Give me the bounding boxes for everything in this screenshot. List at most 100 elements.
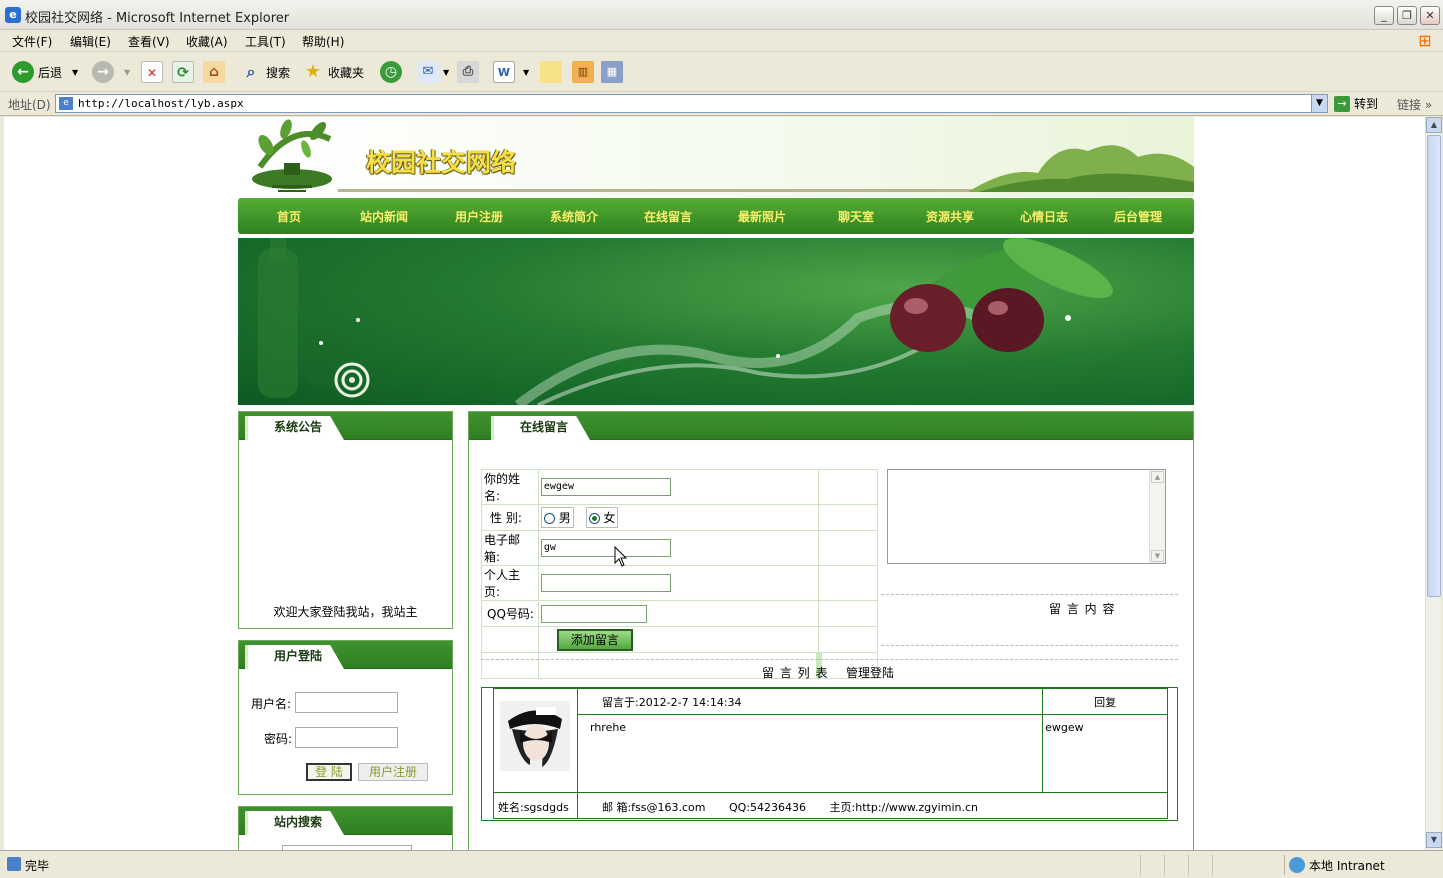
close-button[interactable]: ✕ <box>1420 6 1440 25</box>
status-text: 完毕 <box>25 859 50 873</box>
page-icon: e <box>59 97 73 110</box>
search-button[interactable]: ⌕ 搜索 <box>240 60 291 84</box>
scroll-up-icon[interactable]: ▲ <box>1426 117 1442 133</box>
site-logo <box>252 119 332 192</box>
menu-file[interactable]: 文件(F) <box>12 33 52 50</box>
dropdown-arrow-icon[interactable]: ▼ <box>523 68 529 77</box>
message-content: rhrehe <box>576 714 1044 793</box>
search-title: 站内搜索 <box>245 811 345 835</box>
scroll-down-icon[interactable]: ▼ <box>1151 550 1164 562</box>
homepage-input[interactable] <box>540 574 671 592</box>
maximize-button[interactable]: ❐ <box>1397 6 1417 25</box>
window-title: 校园社交网络 - Microsoft Internet Explorer <box>25 11 290 26</box>
address-input[interactable]: e http://localhost/lyb.aspx ▼ <box>55 94 1328 113</box>
password-label: 密码: <box>264 732 293 746</box>
announcement-panel: 系统公告 欢迎大家登陆我站，我站主 <box>238 411 453 629</box>
message-content-textarea[interactable]: ▲ ▼ <box>887 469 1166 564</box>
username-input[interactable] <box>295 692 398 713</box>
site-nav: 首页 站内新闻 用户注册 系统简介 在线留言 最新照片 聊天室 资源共享 心情日… <box>238 198 1194 234</box>
nav-admin[interactable]: 后台管理 <box>1098 208 1178 225</box>
back-button[interactable]: ← 后退 ▼ <box>12 60 78 84</box>
edit-button[interactable]: W ▼ <box>493 60 529 84</box>
mail-button[interactable]: ✉ ▼ <box>417 60 449 84</box>
textarea-scrollbar[interactable]: ▲ ▼ <box>1149 470 1165 563</box>
menu-tools[interactable]: 工具(T) <box>245 33 286 50</box>
reply-header: 回复 <box>1042 688 1168 715</box>
research-button[interactable]: ▥ <box>572 60 594 84</box>
announcement-title: 系统公告 <box>245 416 345 440</box>
email-input[interactable]: gw <box>540 539 671 557</box>
search-icon: ⌕ <box>246 62 256 81</box>
name-label: 你的姓名: <box>481 469 539 505</box>
forward-button[interactable]: → ▼ <box>92 60 130 84</box>
avatar <box>500 701 570 771</box>
email-label: 电子邮箱: <box>481 530 539 566</box>
nav-photos[interactable]: 最新照片 <box>722 208 802 225</box>
address-dropdown-icon[interactable]: ▼ <box>1311 95 1327 112</box>
toolbar: ← 后退 ▼ → ▼ ✕ ⟳ ⌂ ⌕ 搜索 ★ 收藏夹 ◷ ✉ ▼ ⎙ W ▼ ▥ … <box>0 52 1443 92</box>
qq-input[interactable] <box>540 604 647 623</box>
dropdown-arrow-icon[interactable]: ▼ <box>72 68 78 77</box>
menu-help[interactable]: 帮助(H) <box>302 33 344 50</box>
gender-female-option[interactable]: 女 <box>585 507 619 528</box>
menu-view[interactable]: 查看(V) <box>128 33 170 50</box>
discuss-button[interactable] <box>540 60 562 84</box>
radio-female[interactable] <box>588 513 600 524</box>
gender-label: 性 别: <box>481 504 539 531</box>
nav-chat[interactable]: 聊天室 <box>816 208 896 225</box>
print-button[interactable]: ⎙ <box>457 60 479 84</box>
nav-about[interactable]: 系统简介 <box>534 208 614 225</box>
message-list-label: 留 言 列 表 <box>762 666 829 680</box>
media-icon: ▦ <box>601 61 623 83</box>
stop-button[interactable]: ✕ <box>141 60 163 84</box>
print-icon: ⎙ <box>457 61 479 83</box>
author-name: 姓名:sgsdgds <box>493 792 578 819</box>
links-button[interactable]: 链接 » <box>1397 96 1432 113</box>
scroll-up-icon[interactable]: ▲ <box>1151 471 1164 483</box>
gender-male-option[interactable]: 男 <box>540 507 574 528</box>
add-message-button[interactable]: 添加留言 <box>556 628 633 651</box>
site-title: 校园社交网络 <box>366 148 517 177</box>
menu-edit[interactable]: 编辑(E) <box>70 33 111 50</box>
scroll-down-icon[interactable]: ▼ <box>1426 832 1442 848</box>
nav-diary[interactable]: 心情日志 <box>1004 208 1084 225</box>
nav-register[interactable]: 用户注册 <box>439 208 519 225</box>
hills-graphic <box>968 145 1194 192</box>
reply-content: ewgew <box>1042 714 1168 793</box>
ie-icon: e <box>5 7 21 23</box>
nav-news[interactable]: 站内新闻 <box>344 208 424 225</box>
page-scrollbar[interactable]: ▲ ▼ <box>1425 117 1442 850</box>
messenger-button[interactable]: ▦ <box>601 60 623 84</box>
minimize-button[interactable]: _ <box>1374 6 1394 25</box>
back-arrow-icon: ← <box>12 61 34 83</box>
password-input[interactable] <box>295 727 398 748</box>
history-icon: ◷ <box>380 61 402 83</box>
history-button[interactable]: ◷ <box>380 60 402 84</box>
radio-male[interactable] <box>543 513 555 524</box>
author-homepage[interactable]: 主页:http://www.zgyimin.cn <box>830 801 978 814</box>
go-arrow-icon: → <box>1334 95 1350 112</box>
home-button[interactable]: ⌂ <box>203 60 225 84</box>
stop-icon: ✕ <box>141 61 163 83</box>
site-banner <box>238 238 1194 405</box>
author-email: 邮 箱:fss@163.com <box>601 801 706 814</box>
dropdown-arrow-icon[interactable]: ▼ <box>443 68 449 77</box>
scrollbar-thumb[interactable] <box>1427 135 1441 597</box>
refresh-button[interactable]: ⟳ <box>172 60 194 84</box>
nav-resources[interactable]: 资源共享 <box>910 208 990 225</box>
admin-login-link[interactable]: 管理登陆 <box>846 664 894 681</box>
nav-home[interactable]: 首页 <box>249 208 329 225</box>
author-details: 邮 箱:fss@163.com QQ:54236436 主页:http://ww… <box>576 792 1169 819</box>
favorites-button[interactable]: ★ 收藏夹 <box>302 60 364 84</box>
nav-guestbook[interactable]: 在线留言 <box>628 208 708 225</box>
dropdown-arrow-icon[interactable]: ▼ <box>124 68 130 77</box>
menu-favorites[interactable]: 收藏(A) <box>186 33 228 50</box>
login-button[interactable]: 登 陆 <box>306 763 352 781</box>
message-list: 留言于:2012-2-7 14:14:34 回复 rhrehe ewgew 姓名… <box>481 687 1178 821</box>
address-label: 地址(D) <box>8 98 51 112</box>
name-input[interactable]: ewgew <box>540 478 671 496</box>
go-button[interactable]: → 转到 <box>1334 95 1378 112</box>
mail-icon: ✉ <box>417 61 439 83</box>
message-item: 留言于:2012-2-7 14:14:34 回复 rhrehe ewgew 姓名… <box>493 688 1169 819</box>
register-button[interactable]: 用户注册 <box>358 763 428 781</box>
